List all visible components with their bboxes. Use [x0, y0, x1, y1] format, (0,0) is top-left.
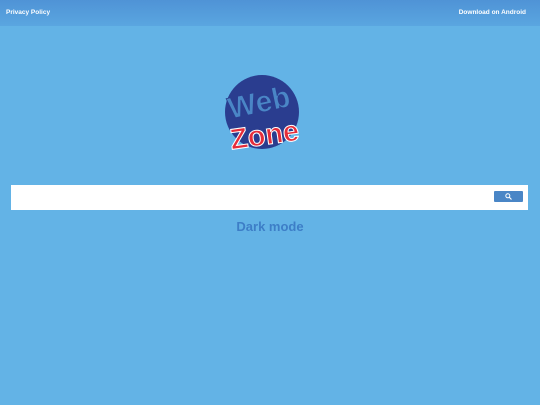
search-icon: [505, 193, 512, 200]
dark-mode-toggle[interactable]: Dark mode: [0, 219, 540, 235]
top-bar: Privacy Policy Download on Android: [0, 0, 540, 26]
logo-graphic: Web Zone: [225, 75, 302, 156]
download-android-link[interactable]: Download on Android: [459, 9, 526, 17]
search-bar: [11, 185, 528, 210]
webzone-logo: Web Zone: [222, 74, 318, 156]
page: Privacy Policy Download on Android Web Z…: [0, 0, 540, 405]
privacy-policy-link[interactable]: Privacy Policy: [6, 9, 50, 17]
search-button[interactable]: [494, 191, 523, 202]
search-input[interactable]: [15, 188, 489, 206]
